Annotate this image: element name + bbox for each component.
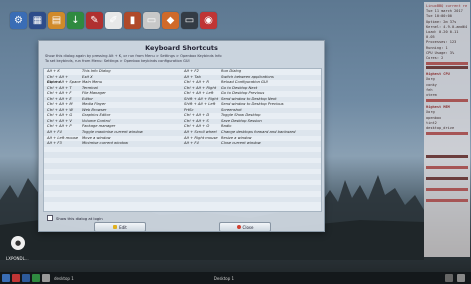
extra-bar-2 [426,199,468,203]
network-icon[interactable] [445,274,453,282]
settings-icon[interactable]: ⚙ [10,11,27,29]
conky-cpu-process: xterm [426,93,437,98]
volume-icon[interactable] [457,274,465,282]
extra-bar [426,188,468,192]
conky-info-line: Load: 0.20 0.11 0.05 [426,30,459,40]
shortcut-row [44,202,321,208]
close-button-label: Close [242,224,254,230]
close-button[interactable]: Close [219,222,271,232]
files-icon[interactable] [22,274,30,282]
edit-button[interactable]: Edit [94,222,146,232]
close-icon [236,225,241,229]
browser-icon[interactable] [32,274,40,282]
system-tray [443,274,465,282]
mem-bar [426,66,468,70]
shortcuts-table: Alt + K This Info Dialog Alt + F2 Run Dialo… [43,68,322,212]
conky-system-monitor: LinuxBBQ current re Tue 11 march 2017 Tue… [424,2,470,257]
download-icon[interactable]: ↓ [67,11,84,29]
edit-button-label: Edit [119,224,127,230]
show-at-login-checkbox[interactable] [47,215,53,221]
shortcut-key [184,202,221,208]
swap-bar [426,177,468,181]
shortcut-action [221,202,321,208]
disk-bar [426,155,468,159]
show-at-login-row[interactable]: Show this dialog at login [47,215,103,221]
shortcut-key [44,202,82,208]
dock: ⚙ ▦ ▤ ↓ ✎ ✐ ▮ ▭ ◆ ▭ ◉ [10,8,238,32]
menu-icon[interactable] [2,274,10,282]
edit-icon [113,225,118,229]
monitor-icon[interactable]: ▭ [181,11,198,29]
files-icon[interactable]: ▭ [143,11,160,29]
show-at-login-label: Show this dialog at login [56,215,103,221]
archive-icon[interactable]: ▤ [48,11,65,29]
net-bar [426,166,468,170]
paint-icon[interactable]: ✎ [86,11,103,29]
conky-mem-process: desktop_drive [426,126,455,131]
desktop-launcher-icon[interactable]: ● [11,236,25,250]
taskbar: desktop 1 Desktop 1 [0,272,471,284]
bookshelf-icon[interactable]: ▮ [124,11,141,29]
taskbar-desktop-label[interactable]: desktop 1 [54,276,74,281]
shortcut-action [82,202,184,208]
image-viewer-icon[interactable]: ▦ [29,11,46,29]
conky-info-line: Cores: 2 [426,56,444,61]
cpu-proc-bar [426,99,468,103]
desktop-icon-label: LXPONDL... [6,256,29,261]
disc-icon[interactable]: ◉ [200,11,217,29]
settings-icon[interactable] [42,274,50,282]
dialog-title: Keyboard Shortcuts [145,44,218,52]
mem-proc-bar [426,132,468,136]
dialog-description: Show this dialog again by pressing Alt +… [39,52,324,64]
terminal-icon[interactable] [12,274,20,282]
keyboard-shortcuts-dialog: Keyboard Shortcuts Show this dialog agai… [38,40,325,232]
cpu-bar [426,62,468,66]
dialog-desc-line-2: To set keybinds, run from Menu: Settings… [45,59,190,63]
editor-icon[interactable]: ✐ [105,11,122,29]
package-icon[interactable]: ◆ [162,11,179,29]
taskbar-window-label[interactable]: Desktop 1 [214,276,234,281]
